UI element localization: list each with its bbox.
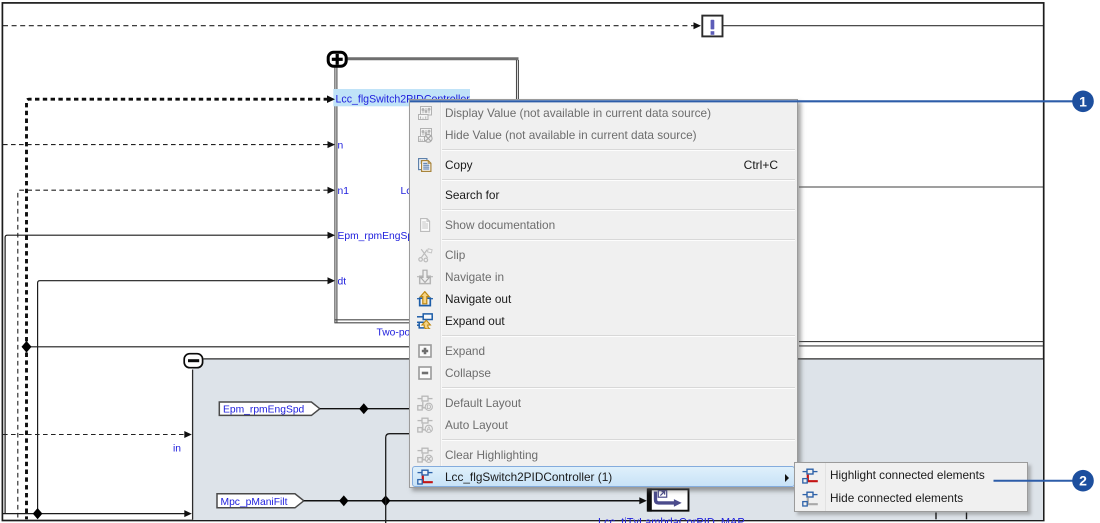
svg-text:D: D	[426, 404, 431, 411]
svg-text:Lcc_tiTvLambdaCorPID_MAP: Lcc_tiTvLambdaCorPID_MAP	[598, 517, 745, 523]
svg-text:Epm_rpmEngSpd: Epm_rpmEngSpd	[223, 405, 305, 416]
svg-text:dt: dt	[338, 277, 347, 288]
svg-text:in: in	[173, 444, 181, 455]
svg-text:n: n	[338, 140, 344, 151]
svg-text:Epm_rpmEngSpd: Epm_rpmEngSpd	[338, 231, 420, 242]
svg-text:A: A	[426, 426, 431, 433]
svg-text:n1: n1	[338, 186, 350, 197]
svg-text:Mpc_pManiFilt: Mpc_pManiFilt	[221, 497, 288, 508]
